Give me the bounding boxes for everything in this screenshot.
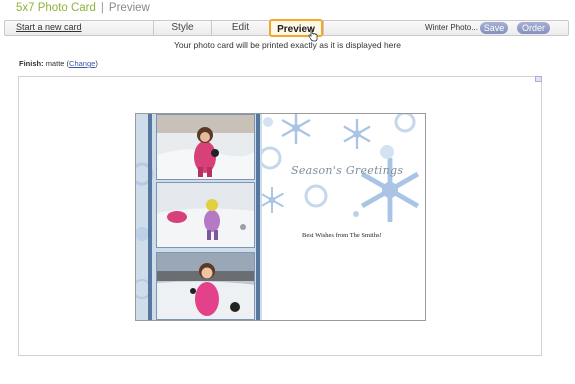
card-preview: Season's Greetings Best Wishes from The …: [135, 113, 426, 321]
change-finish-link[interactable]: Change: [69, 59, 95, 68]
card-message: Best Wishes from The Smiths!: [302, 232, 382, 239]
start-new-card-link[interactable]: Start a new card: [16, 22, 82, 32]
finish-row: Finish: matte (Change): [19, 59, 98, 68]
page-title: 5x7 Photo Card | Preview: [16, 1, 150, 15]
print-info-text: Your photo card will be printed exactly …: [174, 40, 401, 50]
product-title: 5x7 Photo Card: [16, 2, 96, 14]
card-greeting: Season's Greetings: [291, 164, 404, 177]
expand-icon[interactable]: [535, 76, 542, 82]
card-stripe: [256, 114, 260, 320]
snowflake-decoration-icon: [258, 114, 425, 320]
card-photo-1: [156, 114, 255, 180]
step-title: Preview: [108, 2, 150, 14]
finish-label: Finish:: [19, 59, 44, 68]
save-button[interactable]: Save: [480, 22, 508, 34]
card-photo-2: [156, 182, 255, 248]
order-button[interactable]: Order: [517, 22, 550, 34]
tab-divider: [323, 21, 324, 36]
project-name: Winter Photo...: [425, 23, 478, 32]
card-photo-3: [156, 252, 255, 320]
photo-panel: [136, 114, 262, 320]
finish-value: matte: [45, 59, 65, 68]
tab-style[interactable]: Style: [153, 21, 211, 36]
title-separator: |: [100, 2, 104, 14]
card-stripe: [148, 114, 152, 320]
step-toolbar: Start a new card Style Edit Preview Wint…: [4, 19, 569, 37]
tab-edit[interactable]: Edit: [211, 21, 269, 36]
greeting-panel: [258, 114, 425, 320]
